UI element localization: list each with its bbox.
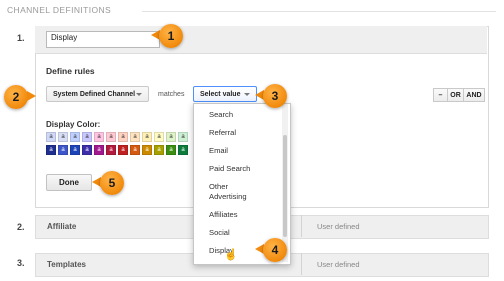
color-swatch[interactable]: a — [94, 145, 104, 155]
color-swatch[interactable]: a — [154, 132, 164, 142]
menu-item-other-advertising[interactable]: Other Advertising — [209, 182, 247, 202]
callout-5: 5 — [100, 171, 124, 195]
value-dropdown-label: Select value — [200, 90, 241, 98]
channel-number: 1. — [17, 33, 25, 43]
column-divider — [301, 253, 302, 275]
color-swatch[interactable]: a — [166, 145, 176, 155]
color-swatch[interactable]: a — [106, 145, 116, 155]
color-swatch[interactable]: a — [70, 145, 80, 155]
color-swatch[interactable]: a — [106, 132, 116, 142]
color-swatch[interactable]: a — [118, 132, 128, 142]
operator-label: matches — [158, 91, 185, 98]
caret-down-icon — [136, 92, 142, 96]
color-swatch[interactable]: a — [118, 145, 128, 155]
channel-row-type: User defined — [317, 260, 360, 269]
dimension-dropdown-label: System Defined Channel — [53, 90, 136, 98]
menu-item-search[interactable]: Search — [209, 110, 233, 120]
menu-item-other-line2: Advertising — [209, 192, 247, 201]
menu-item-email[interactable]: Email — [209, 146, 228, 156]
callout-1: 1 — [159, 24, 183, 48]
menu-item-paid-search[interactable]: Paid Search — [209, 164, 250, 174]
value-dropdown[interactable]: Select value — [193, 86, 257, 102]
color-swatch-row-light: aaaaaaaaaaaa — [46, 132, 188, 142]
menu-item-social[interactable]: Social — [209, 228, 230, 238]
channel-number: 2. — [17, 222, 25, 232]
dimension-dropdown[interactable]: System Defined Channel — [46, 86, 149, 102]
color-swatch[interactable]: a — [142, 145, 152, 155]
channel-name-input[interactable]: Display — [46, 31, 160, 48]
callout-tail — [27, 91, 36, 101]
color-swatch[interactable]: a — [82, 132, 92, 142]
color-swatch[interactable]: a — [178, 145, 188, 155]
color-swatch[interactable]: a — [178, 132, 188, 142]
or-button[interactable]: OR — [447, 88, 464, 102]
display-color-label: Display Color: — [46, 120, 101, 129]
color-swatch[interactable]: a — [142, 132, 152, 142]
channel-row-name: Affiliate — [47, 222, 77, 231]
callout-2: 2 — [4, 85, 28, 109]
color-swatch[interactable]: a — [70, 132, 80, 142]
color-swatch[interactable]: a — [82, 145, 92, 155]
color-swatch[interactable]: a — [166, 132, 176, 142]
callout-3: 3 — [263, 84, 287, 108]
caret-down-icon — [244, 92, 250, 96]
color-swatch[interactable]: a — [154, 145, 164, 155]
logic-button-group: – OR AND — [433, 88, 485, 102]
color-swatch[interactable]: a — [58, 145, 68, 155]
menu-scrollbar-thumb[interactable] — [283, 135, 287, 237]
menu-item-affiliates[interactable]: Affiliates — [209, 210, 238, 220]
color-swatch[interactable]: a — [130, 132, 140, 142]
section-divider — [142, 11, 496, 12]
color-swatch-row-dark: aaaaaaaaaaaa — [46, 145, 188, 155]
remove-condition-button[interactable]: – — [433, 88, 448, 102]
callout-4: 4 — [263, 238, 287, 262]
column-divider — [301, 215, 302, 237]
color-swatch[interactable]: a — [130, 145, 140, 155]
done-button[interactable]: Done — [46, 174, 92, 191]
color-swatch[interactable]: a — [46, 145, 56, 155]
menu-item-other-line1: Other — [209, 182, 228, 191]
and-button[interactable]: AND — [463, 88, 485, 102]
menu-item-referral[interactable]: Referral — [209, 128, 236, 138]
color-swatch[interactable]: a — [58, 132, 68, 142]
color-swatch[interactable]: a — [46, 132, 56, 142]
color-swatch[interactable]: a — [94, 132, 104, 142]
channel-number: 3. — [17, 258, 25, 268]
hand-pointer-icon: ☝ — [224, 249, 238, 261]
channel-row-type: User defined — [317, 222, 360, 231]
section-title: CHANNEL DEFINITIONS — [7, 5, 112, 15]
define-rules-label: Define rules — [46, 66, 95, 76]
channel-row-name: Templates — [47, 260, 86, 269]
